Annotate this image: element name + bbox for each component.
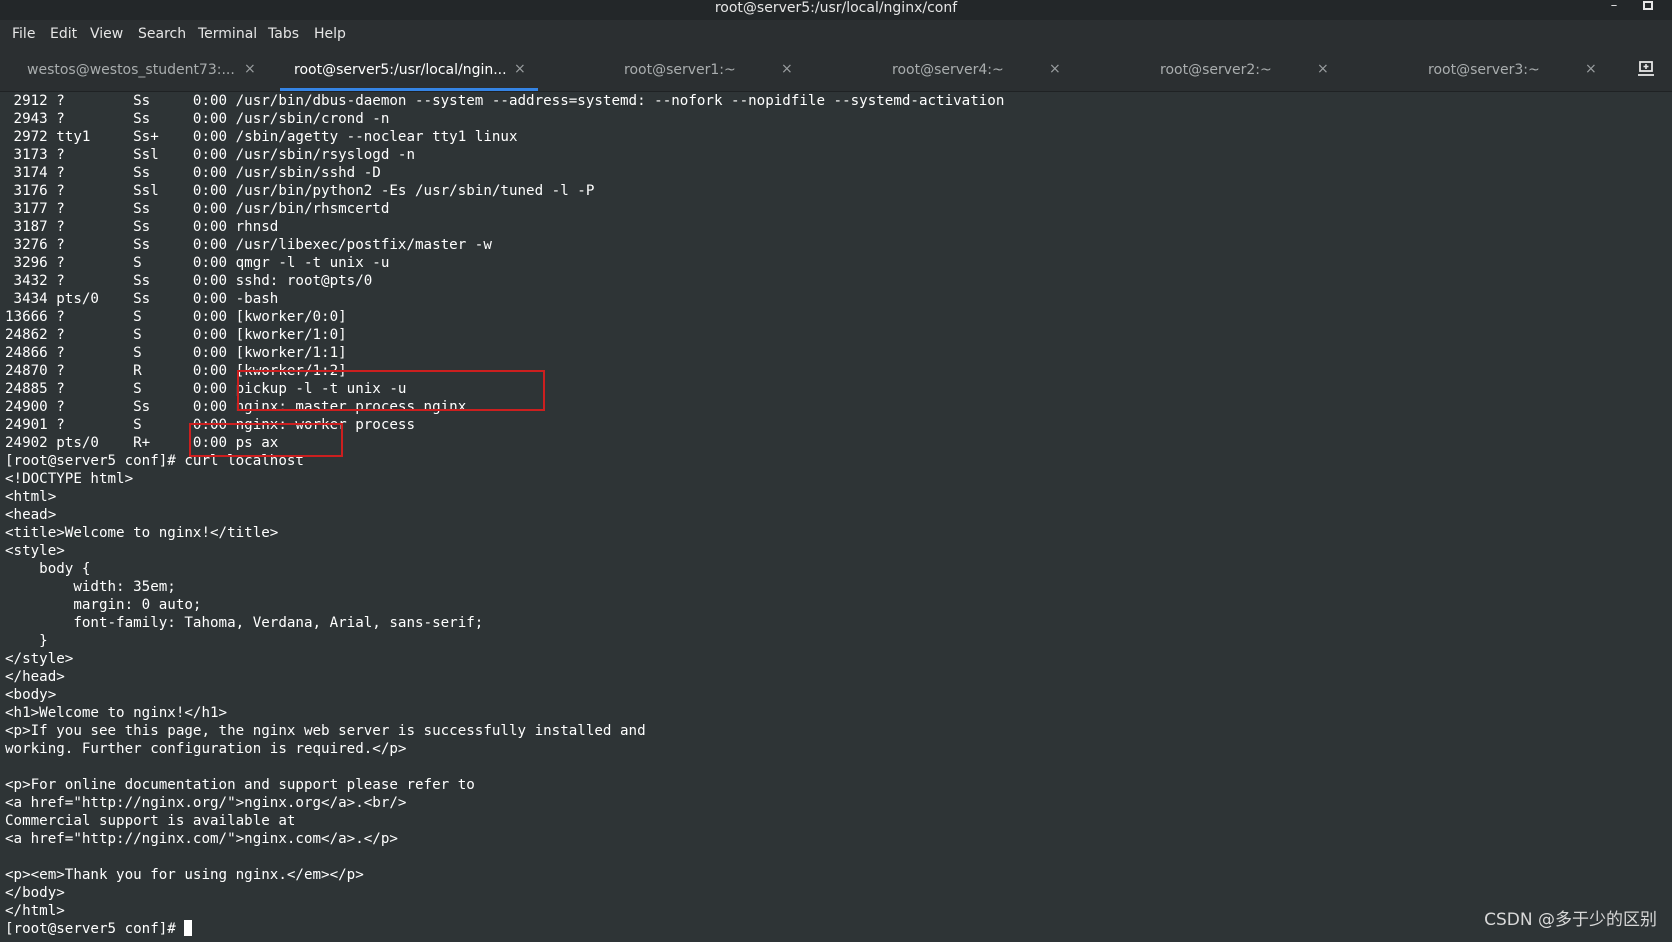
terminal-line: <body>	[5, 687, 57, 703]
terminal-line: 3187 ? Ss 0:00 rhnsd	[13, 219, 279, 235]
terminal-line: font-family: Tahoma, Verdana, Arial, san…	[73, 615, 484, 631]
tab-label: root@server5:/usr/local/ngin...	[294, 62, 507, 78]
terminal-line: <a href="http://nginx.com/">nginx.com</a…	[5, 831, 398, 847]
terminal-line: </head>	[5, 669, 65, 685]
terminal-output[interactable]: 2912 ? Ss 0:00 /usr/bin/dbus-daemon --sy…	[0, 92, 1672, 942]
terminal-line: <p>For online documentation and support …	[5, 777, 475, 793]
terminal-line: <p><em>Thank you for using nginx.</em></…	[5, 867, 364, 883]
terminal-line: <h1>Welcome to nginx!</h1>	[5, 705, 228, 721]
terminal-line: }	[39, 633, 48, 649]
tab-server5[interactable]: root@server5:/usr/local/ngin... ×	[280, 49, 538, 91]
terminal-line: </style>	[5, 651, 74, 667]
terminal-line: body {	[39, 561, 91, 577]
terminal-line: 2912 ? Ss 0:00 /usr/bin/dbus-daemon --sy…	[13, 93, 1005, 109]
close-icon[interactable]: ×	[244, 61, 256, 77]
close-icon[interactable]: ×	[1585, 61, 1597, 77]
close-icon[interactable]: ×	[1049, 61, 1061, 77]
terminal-line: 3173 ? Ssl 0:00 /usr/sbin/rsyslogd -n	[13, 147, 415, 163]
terminal-line: 3434 pts/0 Ss 0:00 -bash	[13, 291, 279, 307]
terminal-line: <head>	[5, 507, 57, 523]
terminal-line: <a href="http://nginx.org/">nginx.org</a…	[5, 795, 407, 811]
new-tab-icon[interactable]	[1636, 60, 1656, 78]
terminal-line: 3176 ? Ssl 0:00 /usr/bin/python2 -Es /us…	[13, 183, 595, 199]
tab-server1[interactable]: root@server1:~ ×	[538, 49, 806, 91]
menu-terminal[interactable]: Terminal	[198, 26, 257, 42]
terminal-line: 2972 tty1 Ss+ 0:00 /sbin/agetty --noclea…	[13, 129, 518, 145]
window-titlebar: root@server5:/usr/local/nginx/conf –	[0, 0, 1672, 20]
highlight-curl-command	[189, 423, 343, 457]
active-tab-indicator	[280, 88, 538, 91]
menu-search[interactable]: Search	[138, 26, 186, 42]
terminal-lines: 2912 ? Ss 0:00 /usr/bin/dbus-daemon --sy…	[5, 93, 1004, 919]
terminal-line: <!DOCTYPE html>	[5, 471, 134, 487]
terminal-line: <p>If you see this page, the nginx web s…	[5, 723, 646, 739]
menu-view[interactable]: View	[90, 26, 123, 42]
terminal-line: width: 35em;	[73, 579, 176, 595]
terminal-line: 24862 ? S 0:00 [kworker/1:0]	[5, 327, 347, 343]
terminal-line: <title>Welcome to nginx!</title>	[5, 525, 279, 541]
tab-westos[interactable]: westos@westos_student73:... ×	[0, 49, 268, 91]
close-icon[interactable]: ×	[1317, 61, 1329, 77]
terminal-line: </html>	[5, 903, 65, 919]
terminal-line: working. Further configuration is requir…	[5, 741, 407, 757]
terminal-line: 3296 ? S 0:00 qmgr -l -t unix -u	[13, 255, 390, 271]
tab-label: root@server4:~	[892, 62, 1004, 78]
terminal-line: 3174 ? Ss 0:00 /usr/sbin/sshd -D	[13, 165, 381, 181]
tab-server4[interactable]: root@server4:~ ×	[806, 49, 1074, 91]
tab-server3[interactable]: root@server3:~ ×	[1342, 49, 1610, 91]
terminal-line: 3177 ? Ss 0:00 /usr/bin/rhsmcertd	[13, 201, 390, 217]
terminal-line: margin: 0 auto;	[73, 597, 202, 613]
terminal-line: <html>	[5, 489, 57, 505]
window-title: root@server5:/usr/local/nginx/conf	[714, 0, 958, 16]
minimize-icon[interactable]: –	[1606, 0, 1622, 16]
tab-label: westos@westos_student73:...	[27, 62, 235, 78]
menu-help[interactable]: Help	[314, 26, 346, 42]
text-cursor	[184, 920, 193, 936]
terminal-line: Commercial support is available at	[5, 813, 296, 829]
terminal-line: 24866 ? S 0:00 [kworker/1:1]	[5, 345, 347, 361]
menu-file[interactable]: File	[12, 26, 35, 42]
menu-edit[interactable]: Edit	[50, 26, 77, 42]
shell-prompt: [root@server5 conf]#	[5, 921, 185, 937]
terminal-line: </body>	[5, 885, 65, 901]
highlight-nginx-processes	[237, 370, 545, 411]
watermark: CSDN @多于少的区别	[1484, 910, 1657, 930]
menu-tabs[interactable]: Tabs	[268, 26, 299, 42]
terminal-line: 3276 ? Ss 0:00 /usr/libexec/postfix/mast…	[13, 237, 492, 253]
terminal-line: 3432 ? Ss 0:00 sshd: root@pts/0	[13, 273, 373, 289]
tab-label: root@server3:~	[1428, 62, 1540, 78]
menu-bar: File Edit View Search Terminal Tabs Help	[0, 20, 1672, 49]
maximize-icon[interactable]	[1640, 0, 1656, 16]
terminal-line: <style>	[5, 543, 65, 559]
tab-server2[interactable]: root@server2:~ ×	[1074, 49, 1342, 91]
tab-label: root@server1:~	[624, 62, 736, 78]
terminal-line: 13666 ? S 0:00 [kworker/0:0]	[5, 309, 347, 325]
terminal-text: 2912 ? Ss 0:00 /usr/bin/dbus-daemon --sy…	[5, 92, 1004, 938]
close-icon[interactable]: ×	[514, 61, 526, 77]
terminal-line: 2943 ? Ss 0:00 /usr/sbin/crond -n	[13, 111, 390, 127]
close-icon[interactable]: ×	[781, 61, 793, 77]
tab-label: root@server2:~	[1160, 62, 1272, 78]
tab-bar: westos@westos_student73:... × root@serve…	[0, 49, 1672, 92]
